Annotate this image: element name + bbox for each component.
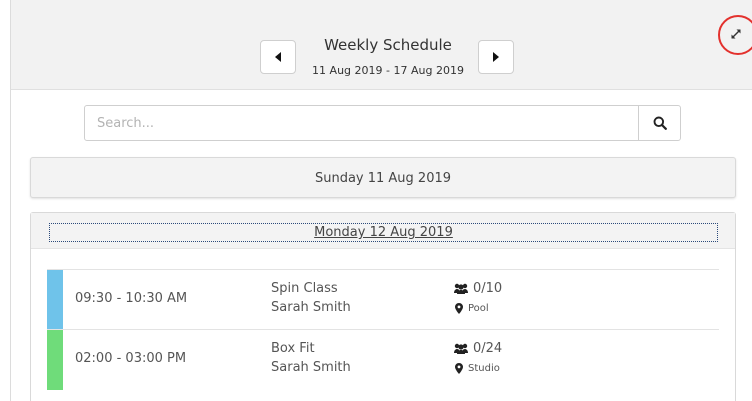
search-input[interactable] [85,106,638,140]
search-icon [653,116,667,130]
day-label: Sunday 11 Aug 2019 [314,171,452,186]
session-color-bar [47,270,63,330]
day-header-monday: Monday 12 Aug 2019 [31,213,735,249]
capacity-count: 0/10 [473,281,503,296]
next-week-button[interactable] [478,40,514,74]
session-location: Studio [455,363,500,374]
day-panel-monday: Monday 12 Aug 2019 09:30 - 10:30 AM Spin… [30,212,736,401]
session-time: 02:00 - 03:00 PM [75,351,187,366]
users-icon [454,283,468,294]
location-label: Studio [468,363,500,374]
session-time: 09:30 - 10:30 AM [75,291,188,306]
session-row[interactable]: 09:30 - 10:30 AM Spin Class Sarah Smith … [47,269,719,330]
users-icon [454,343,468,354]
caret-right-icon [493,52,499,62]
capacity-count: 0/24 [473,341,503,356]
session-capacity: 0/24 [453,341,502,356]
search-bar [84,105,681,141]
session-location: Pool [455,303,489,314]
expand-icon [731,29,741,39]
day-header-sunday[interactable]: Sunday 11 Aug 2019 [30,157,736,198]
week-date-range: 11 Aug 2019 - 17 Aug 2019 [312,64,464,77]
session-color-bar [47,330,63,390]
session-title: Box Fit [271,341,315,356]
search-button[interactable] [638,106,680,140]
map-marker-icon [455,363,463,374]
session-row[interactable]: 02:00 - 03:00 PM Box Fit Sarah Smith 0/2… [47,329,719,390]
session-instructor: Sarah Smith [271,360,351,375]
map-marker-icon [455,303,463,314]
session-title: Spin Class [271,281,338,296]
day-label-link[interactable]: Monday 12 Aug 2019 [49,223,718,242]
location-label: Pool [468,303,489,314]
caret-left-icon [275,52,281,62]
expand-button[interactable] [724,22,748,46]
previous-week-button[interactable] [260,40,296,74]
session-capacity: 0/10 [453,281,502,296]
schedule-title: Weekly Schedule [324,36,452,54]
session-instructor: Sarah Smith [271,300,351,315]
